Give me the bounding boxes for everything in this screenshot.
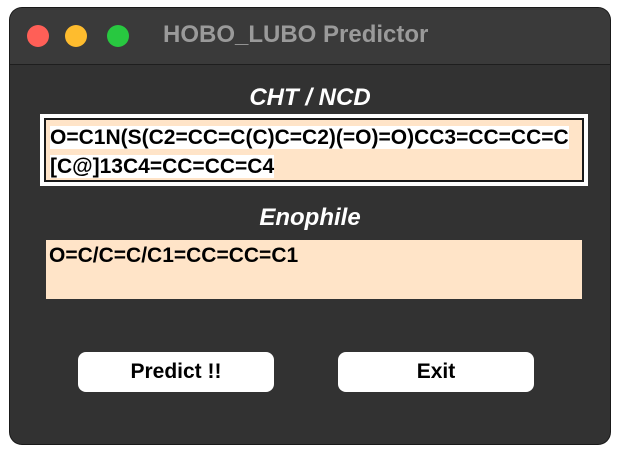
cht-ncd-input[interactable]: O=C1N(S(C2=CC=C(C)C=C2)(=O)=O)CC3=CC=CC=… [44, 118, 584, 182]
enophile-input[interactable]: O=C/C=C/C1=CC=CC=C1 [46, 240, 582, 299]
app-window: HOBO_LUBO Predictor CHT / NCD O=C1N(S(C2… [10, 8, 610, 444]
window-title: HOBO_LUBO Predictor [163, 21, 429, 48]
cht-ncd-label: CHT / NCD [249, 84, 371, 111]
cht-ncd-field-frame: O=C1N(S(C2=CC=C(C)C=C2)(=O)=O)CC3=CC=CC=… [40, 114, 588, 186]
zoom-window-icon[interactable] [107, 25, 129, 47]
close-window-icon[interactable] [27, 25, 49, 47]
enophile-label: Enophile [259, 204, 361, 231]
exit-button[interactable]: Exit [338, 352, 534, 392]
cht-ncd-value: O=C1N(S(C2=CC=C(C)C=C2)(=O)=O)CC3=CC=CC=… [50, 126, 569, 178]
title-bar[interactable]: HOBO_LUBO Predictor [10, 8, 610, 65]
predict-button[interactable]: Predict !! [78, 352, 274, 392]
minimize-window-icon[interactable] [65, 25, 87, 47]
